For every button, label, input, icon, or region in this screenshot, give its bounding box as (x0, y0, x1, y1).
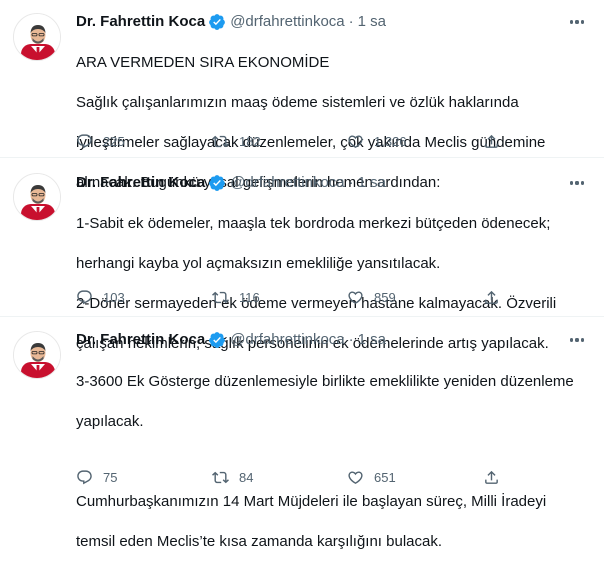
tweet-text-line: 3-3600 Ek Gösterge düzenlemesiyle birlik… (76, 373, 574, 390)
author-avatar[interactable] (13, 331, 61, 379)
heart-icon (348, 134, 363, 148)
retweet-icon (212, 291, 229, 303)
retweet-button[interactable]: 84 (212, 467, 253, 487)
verified-badge-icon (209, 332, 226, 348)
share-icon (485, 290, 498, 304)
tweet-timestamp[interactable]: 1 sa (358, 173, 386, 193)
more-options-icon[interactable] (566, 330, 588, 350)
reply-button[interactable]: 225 (76, 131, 125, 151)
tweet-actions: 103 116 859 (76, 287, 588, 307)
person-avatar-icon (14, 174, 60, 220)
author-name[interactable]: Dr. Fahrettin Koca (76, 173, 205, 193)
like-button[interactable]: 1.326 (347, 131, 407, 151)
tweet-text-line: herhangi kayba yol açmaksızın emekliliğe… (76, 255, 441, 272)
person-avatar-icon (14, 14, 60, 60)
share-icon (485, 134, 498, 148)
share-icon (485, 470, 498, 484)
retweet-icon (212, 135, 229, 147)
tweet-text-line: temsil eden Meclis’te kısa zamanda karşı… (76, 533, 442, 550)
tweet-timestamp[interactable]: 1 sa (358, 330, 386, 350)
tweet-text-line: 1-Sabit ek ödemeler, maaşla tek bordroda… (76, 215, 551, 232)
author-handle[interactable]: @drfahrettinkoca (230, 173, 344, 193)
tweet-header: Dr. Fahrettin Koca @drfahrettinkoca · 1 … (76, 12, 386, 32)
tweet-actions: 75 84 651 (76, 467, 588, 487)
tweet-actions: 225 182 1.326 (76, 131, 588, 151)
author-handle[interactable]: @drfahrettinkoca (230, 12, 344, 32)
tweet-text-line: Sağlık çalışanlarımızın maaş ödeme siste… (76, 94, 519, 111)
retweet-icon (212, 471, 229, 483)
retweet-button[interactable]: 182 (212, 131, 261, 151)
like-button[interactable]: 651 (347, 467, 396, 487)
tweet-thread: Dr. Fahrettin Koca @drfahrettinkoca · 1 … (0, 0, 604, 550)
reply-count: 75 (103, 469, 118, 485)
like-count: 1.326 (374, 133, 407, 149)
retweet-count: 182 (239, 133, 261, 149)
tweet-text-line: Cumhurbaşkanımızın 14 Mart Müjdeleri ile… (76, 493, 547, 510)
share-button[interactable] (483, 287, 510, 307)
retweet-count: 116 (239, 289, 260, 305)
tweet[interactable]: Dr. Fahrettin Koca @drfahrettinkoca · 1 … (0, 158, 604, 352)
retweet-count: 84 (239, 469, 254, 485)
share-button[interactable] (483, 131, 510, 151)
reply-icon (77, 469, 92, 484)
author-avatar[interactable] (13, 173, 61, 221)
separator-dot: · (348, 331, 354, 348)
reply-button[interactable]: 103 (76, 287, 125, 307)
separator-dot: · (348, 13, 354, 30)
tweet-text: 3-3600 Ek Gösterge düzenlemesiyle birlik… (76, 352, 574, 572)
heart-icon (348, 470, 363, 484)
tweet-text-line: ARA VERMEDEN SIRA EKONOMİDE (76, 54, 330, 71)
tweet[interactable]: Dr. Fahrettin Koca @drfahrettinkoca · 1 … (0, 316, 604, 550)
reply-button[interactable]: 75 (76, 467, 117, 487)
reply-count: 225 (103, 133, 125, 149)
more-options-icon[interactable] (566, 173, 588, 193)
like-button[interactable]: 859 (347, 287, 396, 307)
tweet[interactable]: Dr. Fahrettin Koca @drfahrettinkoca · 1 … (0, 0, 604, 191)
retweet-button[interactable]: 116 (212, 287, 260, 307)
verified-badge-icon (209, 14, 226, 30)
tweet-header: Dr. Fahrettin Koca @drfahrettinkoca · 1 … (76, 173, 386, 193)
tweet-header: Dr. Fahrettin Koca @drfahrettinkoca · 1 … (76, 330, 386, 350)
like-count: 651 (374, 469, 396, 485)
verified-badge-icon (209, 175, 226, 191)
reply-count: 103 (103, 289, 125, 305)
reply-icon (77, 133, 92, 148)
separator-dot: · (348, 174, 354, 191)
author-name[interactable]: Dr. Fahrettin Koca (76, 12, 205, 32)
heart-icon (348, 290, 363, 304)
person-avatar-icon (14, 332, 60, 378)
more-options-icon[interactable] (566, 12, 588, 32)
tweet-text-line: yapılacak. (76, 413, 144, 430)
tweet-timestamp[interactable]: 1 sa (358, 12, 386, 32)
author-name[interactable]: Dr. Fahrettin Koca (76, 330, 205, 350)
share-button[interactable] (483, 467, 510, 487)
reply-icon (77, 289, 92, 304)
author-avatar[interactable] (13, 13, 61, 61)
author-handle[interactable]: @drfahrettinkoca (230, 330, 344, 350)
like-count: 859 (374, 289, 396, 305)
